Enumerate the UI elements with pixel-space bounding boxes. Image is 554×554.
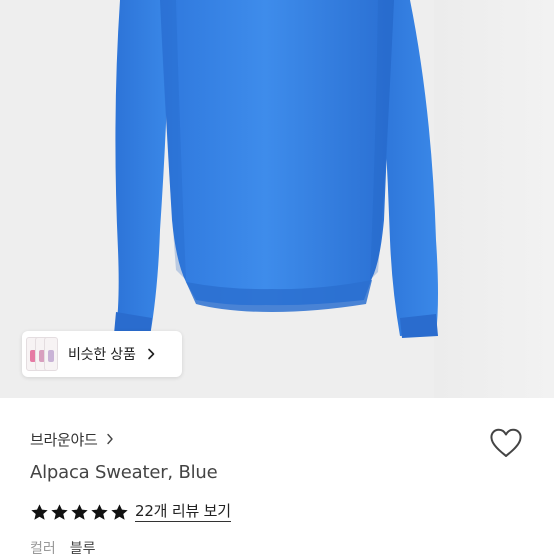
star-icon bbox=[91, 503, 108, 520]
reviews-link[interactable]: 22개 리뷰 보기 bbox=[135, 502, 231, 522]
color-option-row: 컬러 블루 bbox=[30, 538, 96, 554]
chevron-right-icon bbox=[106, 433, 113, 445]
chevron-right-icon bbox=[147, 348, 154, 360]
color-option-label: 컬러 bbox=[30, 541, 56, 554]
product-title: Alpaca Sweater, Blue bbox=[30, 462, 218, 483]
rating-row: 22개 리뷰 보기 bbox=[30, 499, 231, 525]
heart-icon bbox=[490, 428, 522, 457]
star-icon bbox=[71, 503, 88, 520]
similar-thumbnail bbox=[44, 337, 58, 371]
product-image-area[interactable]: 비슷한 상품 bbox=[0, 0, 554, 398]
brand-name: 브라운야드 bbox=[30, 430, 98, 449]
brand-link[interactable]: 브라운야드 bbox=[30, 428, 114, 450]
star-icon bbox=[111, 503, 128, 520]
similar-products-label: 비슷한 상품 bbox=[68, 347, 136, 363]
rating-stars bbox=[30, 503, 129, 522]
color-option-value: 블루 bbox=[69, 541, 96, 554]
star-icon bbox=[31, 503, 48, 520]
similar-products-button[interactable]: 비슷한 상품 bbox=[22, 331, 182, 377]
wishlist-button[interactable] bbox=[488, 425, 524, 461]
similar-products-thumbnails bbox=[22, 331, 58, 377]
star-icon bbox=[51, 503, 68, 520]
